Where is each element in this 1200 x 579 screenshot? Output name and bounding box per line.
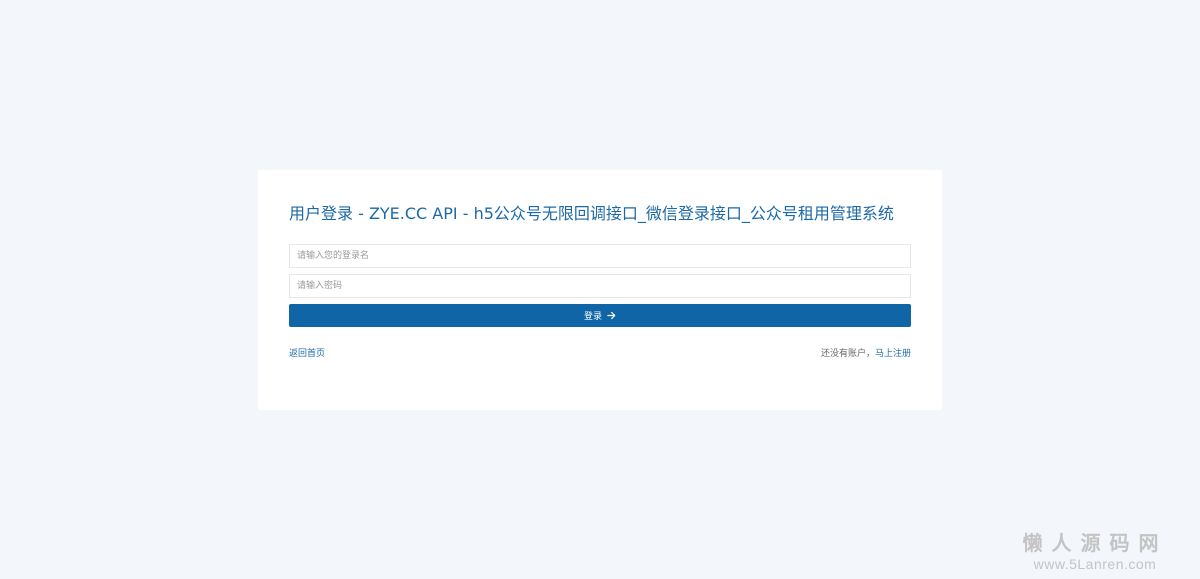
- login-button-label: 登录: [583, 312, 602, 322]
- password-input[interactable]: [289, 274, 911, 298]
- login-links: 返回首页 还没有账户，马上注册: [289, 348, 911, 360]
- login-button[interactable]: 登录: [289, 304, 911, 327]
- arrow-right-icon: [607, 311, 616, 320]
- back-home-link[interactable]: 返回首页: [289, 348, 325, 360]
- watermark: 懒人源码网 www.5Lanren.com: [1010, 531, 1180, 573]
- watermark-title: 懒人源码网: [1022, 531, 1168, 555]
- watermark-url: www.5Lanren.com: [1033, 556, 1157, 572]
- no-account-text: 还没有账户，: [820, 349, 875, 359]
- register-link[interactable]: 马上注册: [875, 349, 911, 359]
- page-title: 用户登录 - ZYE.CC API - h5公众号无限回调接口_微信登录接口_公…: [289, 204, 894, 223]
- register-prompt: 还没有账户，马上注册: [821, 348, 911, 360]
- login-card: 用户登录 - ZYE.CC API - h5公众号无限回调接口_微信登录接口_公…: [258, 170, 942, 410]
- username-input[interactable]: [289, 244, 911, 268]
